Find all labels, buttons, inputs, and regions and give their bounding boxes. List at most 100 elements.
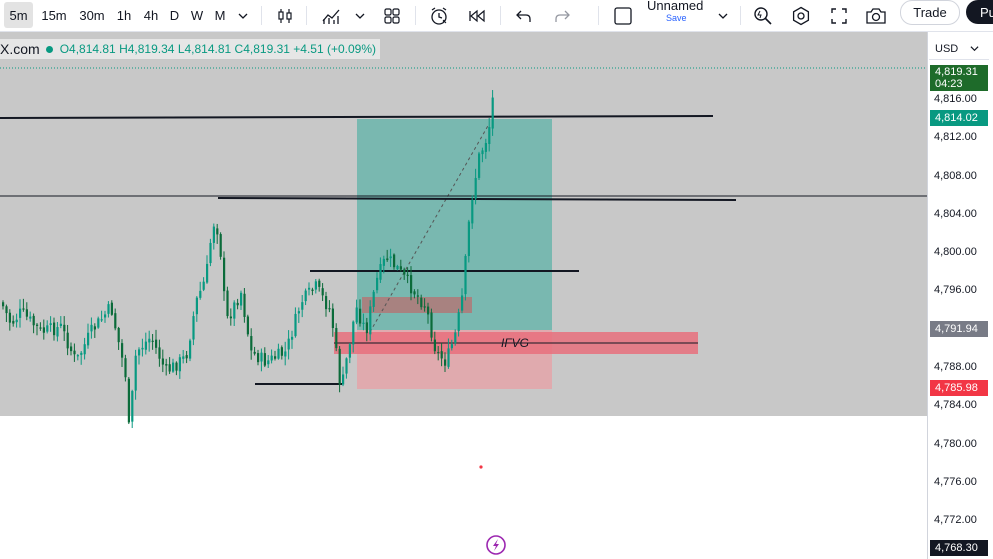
candle-body [342,374,345,385]
candle-body [318,280,321,287]
gear-icon [792,6,810,25]
lightning-badge[interactable] [486,535,506,555]
timeframe-1h[interactable]: 1h [113,0,135,31]
candle-body [206,263,209,283]
candle-body [29,316,32,319]
price-chart[interactable]: IFVG [0,32,927,559]
bottom-price-value: 4,768.30 [935,542,978,554]
price-tick: 4,808.00 [934,169,977,182]
trade-button[interactable]: Trade [900,0,960,25]
timeframe-5m[interactable]: 5m [4,2,33,28]
candle-body [447,348,450,367]
settings-button[interactable] [787,0,815,31]
chevron-down-icon [970,46,979,52]
market-status-dot [45,45,53,53]
candle-body [233,302,236,319]
candle-body [243,293,246,317]
candle-body [304,290,307,302]
screenshot-button[interactable] [862,0,890,31]
layout-save-button[interactable]: Unnamed Save [646,0,712,31]
candle-body [2,302,5,307]
candle-body [36,324,39,326]
candle-body [393,254,396,268]
candle-body [110,302,113,315]
layout-toggle-button[interactable] [610,0,636,31]
layouts-button[interactable] [378,0,406,31]
candle-body [454,332,457,344]
candle-body [413,291,416,295]
candle-body [291,336,294,340]
square-icon [614,6,632,25]
candle-body [124,358,127,378]
candle-body [219,234,222,257]
order-block-zone [362,297,472,313]
search-icon [754,6,772,25]
candle-body [328,308,331,310]
candle-body [63,324,66,332]
candle-body [161,358,164,365]
alert-button[interactable] [425,0,453,31]
candle-body [22,308,25,310]
candle-body [73,350,76,355]
indicators-button[interactable] [316,0,346,31]
publish-button-label: Pu [980,4,993,20]
candle-body [335,327,338,349]
timeframe-4h[interactable]: 4h [139,0,163,31]
candle-body [263,353,266,366]
candle-body [216,228,219,235]
candle-body [236,302,239,306]
publish-button[interactable]: Pu [966,0,993,24]
replay-button[interactable] [463,0,491,31]
quick-search-button[interactable] [750,0,776,31]
indicators-dropdown-button[interactable] [352,0,368,31]
ifvg-label: IFVG [501,336,529,350]
timeframe-month[interactable]: M [210,0,230,31]
target-price-tag: 4,814.02 [930,110,988,126]
toolbar-divider [306,6,307,25]
timeframe-15m[interactable]: 15m [38,0,70,31]
candle-body [8,312,11,323]
candle-body [70,346,73,352]
candle-body [423,306,426,308]
candle-body [416,295,419,297]
chart-type-button[interactable] [272,0,298,31]
camera-icon [866,7,886,24]
candle-body [348,344,351,358]
entry-price-tag: 4,791.94 [930,321,988,337]
candle-body [440,351,443,359]
fullscreen-icon [831,7,847,24]
legend-close: C4,819.31 [234,42,290,56]
undo-button[interactable] [511,0,537,31]
candle-body [76,355,79,357]
candle-body [83,344,86,355]
candle-body [450,344,453,349]
redo-button[interactable] [549,0,575,31]
fullscreen-button[interactable] [825,0,853,31]
toolbar-divider [261,6,262,25]
timeframe-day[interactable]: D [166,0,183,31]
price-tick: 4,812.00 [934,131,977,144]
candle-body [297,311,300,314]
candle-body [12,320,15,324]
entry-price-value: 4,791.94 [935,323,978,335]
target-price-value: 4,814.02 [935,112,978,124]
candle-body [365,322,368,334]
currency-selector[interactable]: USD [929,38,989,60]
candle-body [372,291,375,307]
candle-body [464,255,467,295]
bar-countdown: 04:23 [935,78,963,90]
symbol-name[interactable]: X.com [0,41,40,57]
legend-open: O4,814.81 [59,42,116,56]
timeframe-dropdown-button[interactable] [234,0,252,31]
candle-body [345,358,348,374]
layout-dropdown-button[interactable] [714,0,732,31]
timeframe-week[interactable]: W [187,0,207,31]
candle-body [399,266,402,270]
timeframe-label: W [190,8,204,23]
timeframe-30m[interactable]: 30m [75,0,109,31]
candle-body [90,324,93,332]
candle-body [15,319,18,323]
candle-body [165,364,168,366]
candle-body [127,378,130,423]
symbol-legend: X.com O4,814.81 H4,819.34 L4,814.81 C4,8… [0,39,381,59]
